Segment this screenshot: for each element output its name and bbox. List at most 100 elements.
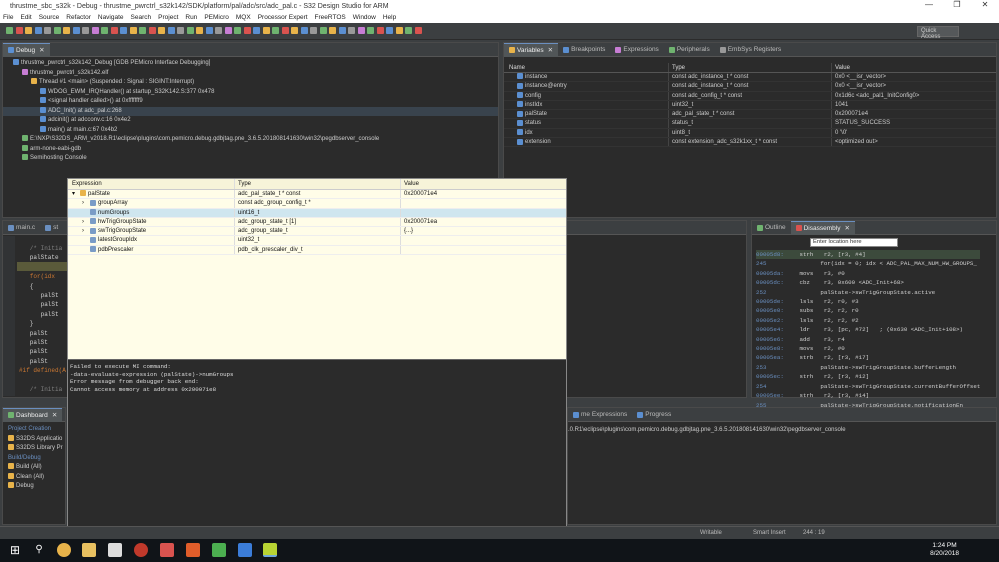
debug-tree-item[interactable]: thrustme_pwrctrl_s32k142_Debug [GDB PEMi…: [3, 59, 498, 69]
app-icon[interactable]: [238, 543, 252, 557]
debug-tree-item[interactable]: Thread #1 <main> (Suspended : Signal : S…: [3, 78, 498, 88]
variable-row[interactable]: status status_t STATUS_SUCCESS: [504, 119, 996, 129]
dashboard-item[interactable]: S32DS Library Pr: [8, 444, 65, 454]
menu-item[interactable]: Project: [158, 14, 178, 21]
debug-tree-item[interactable]: main() at main.c:67 0x4b2: [3, 125, 498, 136]
tab-variables[interactable]: Variables ✕: [504, 42, 559, 57]
close-icon[interactable]: ✕: [39, 46, 44, 54]
expression-hover-popup[interactable]: Expression Type Value ▾ palState adc_pal_sta…: [67, 178, 567, 537]
variable-row[interactable]: palState adc_pal_state_t * const 0x200071e…: [504, 110, 996, 120]
console-tab[interactable]: me Expressions: [568, 408, 632, 422]
toolbar-button-icon[interactable]: [357, 27, 365, 34]
column-header[interactable]: Name: [504, 63, 669, 72]
toolbar-button-icon[interactable]: [167, 27, 175, 34]
toolbar-button-icon[interactable]: [414, 27, 422, 34]
dashboard-item[interactable]: Debug: [8, 482, 65, 492]
office-icon[interactable]: [186, 543, 200, 557]
tab-expressions[interactable]: Expressions: [610, 43, 663, 57]
menu-item[interactable]: Window: [353, 14, 376, 21]
hover-column-header[interactable]: Value: [401, 179, 566, 189]
toolbar-button-icon[interactable]: [186, 27, 194, 34]
column-header[interactable]: Type: [669, 63, 832, 72]
hover-expression-row[interactable]: › hwTrigGroupState adc_group_state_t [1] 0x…: [68, 217, 566, 228]
toolbar-button-icon[interactable]: [281, 27, 289, 34]
editor-tab[interactable]: st: [40, 221, 63, 235]
menu-item[interactable]: MQX: [236, 14, 251, 21]
toolbar-button-icon[interactable]: [91, 27, 99, 34]
disassembly-listing[interactable]: 00005d8: strh r2, [r3, #4] 245 for(idx = …: [756, 250, 981, 419]
toolbar-button-icon[interactable]: [329, 27, 336, 34]
toolbar-button-icon[interactable]: [53, 27, 61, 34]
console-tab[interactable]: Progress: [632, 408, 676, 422]
toolbar-button-icon[interactable]: [272, 27, 279, 34]
toolbar-button-icon[interactable]: [348, 27, 355, 34]
debug-tree-item[interactable]: E:\NXP\S32DS_ARM_v2018.R1\eclipse\plugin…: [3, 135, 498, 145]
toolbar-button-icon[interactable]: [243, 27, 251, 34]
system-clock[interactable]: 1:24 PM 8/20/2018: [930, 542, 959, 558]
hover-expression-row[interactable]: latestGroupIdx uint32_t: [68, 236, 566, 246]
toolbar-button-icon[interactable]: [82, 27, 89, 34]
toolbar-button-icon[interactable]: [253, 27, 260, 34]
tab-peripherals[interactable]: Peripherals: [664, 43, 715, 57]
toolbar-button-icon[interactable]: [129, 27, 137, 34]
menu-item[interactable]: Help: [383, 14, 396, 21]
toolbar-button-icon[interactable]: [25, 27, 32, 34]
hover-expression-row[interactable]: pdbPrescaler pdb_clk_prescaler_div_t: [68, 245, 566, 256]
menu-item[interactable]: Edit: [20, 14, 31, 21]
expand-toggle-icon[interactable]: [82, 246, 90, 254]
expand-toggle-icon[interactable]: ›: [82, 218, 90, 226]
minimize-button[interactable]: —: [915, 0, 943, 12]
toolbar-button-icon[interactable]: [300, 27, 308, 34]
hover-column-header[interactable]: Expression: [68, 179, 235, 189]
debug-tree-item[interactable]: ADC_Init() at adc_pal.c:268: [3, 106, 498, 116]
hover-expression-row[interactable]: numGroups uint16_t: [68, 208, 566, 218]
variable-row[interactable]: idx uint8_t 0 '\0': [504, 128, 996, 139]
debug-tree-item[interactable]: adcinit() at adcconv.c:16 0x4e2: [3, 116, 498, 126]
toolbar-button-icon[interactable]: [386, 27, 393, 34]
tab-embsys-registers[interactable]: EmbSys Registers: [715, 43, 786, 57]
chrome-icon[interactable]: [57, 543, 71, 557]
hover-expression-row[interactable]: ▾ palState adc_pal_state_t * const 0x200071…: [68, 190, 566, 200]
hover-expression-row[interactable]: › swTrigGroupState adc_group_state_t {...}: [68, 227, 566, 237]
toolbar-button-icon[interactable]: [63, 27, 70, 34]
toolbar-button-icon[interactable]: [205, 27, 213, 34]
toolbar-button-icon[interactable]: [338, 27, 346, 34]
menu-item[interactable]: Processor Expert: [258, 14, 308, 21]
toolbar-button-icon[interactable]: [15, 27, 23, 34]
toolbar-button-icon[interactable]: [215, 27, 222, 34]
toolbar-button-icon[interactable]: [367, 27, 374, 34]
column-header[interactable]: Value: [832, 63, 996, 72]
s32ds-icon[interactable]: [263, 543, 277, 557]
menu-item[interactable]: Source: [39, 14, 60, 21]
debug-tree-item[interactable]: arm-none-eabi-gdb: [3, 144, 498, 155]
code-area[interactable]: /* Initia palState for(idx { palSt palSt…: [19, 244, 66, 394]
location-input[interactable]: Enter location here: [810, 238, 898, 247]
toolbar-button-icon[interactable]: [6, 27, 13, 34]
debug-tree-item[interactable]: WDOG_EWM_IRQHandler() at startup_S32K142…: [3, 87, 498, 98]
toolbar-button-icon[interactable]: [120, 27, 127, 34]
toolbar-button-icon[interactable]: [262, 27, 270, 34]
dashboard-item[interactable]: Build (All): [8, 463, 65, 473]
variable-row[interactable]: instance const adc_instance_t * const 0x0 …: [504, 73, 996, 83]
pdf-icon[interactable]: [160, 543, 174, 557]
menu-item[interactable]: Run: [185, 14, 197, 21]
menu-item[interactable]: Navigate: [98, 14, 124, 21]
debug-tree-item[interactable]: Semihosting Console: [3, 154, 498, 164]
tab-outline[interactable]: Outline: [752, 221, 791, 235]
variable-row[interactable]: instIdx uint32_t 1041: [504, 100, 996, 111]
toolbar-button-icon[interactable]: [101, 27, 108, 34]
variable-row[interactable]: instance@entry const adc_instance_t * con…: [504, 82, 996, 92]
toolbar-button-icon[interactable]: [196, 27, 203, 34]
toolbar-button-icon[interactable]: [34, 27, 42, 34]
toolbar-button-icon[interactable]: [234, 27, 241, 34]
toolbar-button-icon[interactable]: [139, 27, 146, 34]
tab-dashboard[interactable]: Dashboard ✕: [3, 407, 63, 422]
close-button[interactable]: ✕: [971, 0, 999, 12]
editor-tab[interactable]: main.c: [3, 221, 40, 235]
variable-row[interactable]: config const adc_config_t * const 0x1d6c <…: [504, 91, 996, 101]
mail-icon[interactable]: [108, 543, 122, 557]
variable-row[interactable]: extension const extension_adc_s32k1xx_t *…: [504, 138, 996, 148]
toolbar-button-icon[interactable]: [110, 27, 118, 34]
toolbar-button-icon[interactable]: [177, 27, 184, 34]
close-icon[interactable]: ✕: [844, 224, 849, 232]
